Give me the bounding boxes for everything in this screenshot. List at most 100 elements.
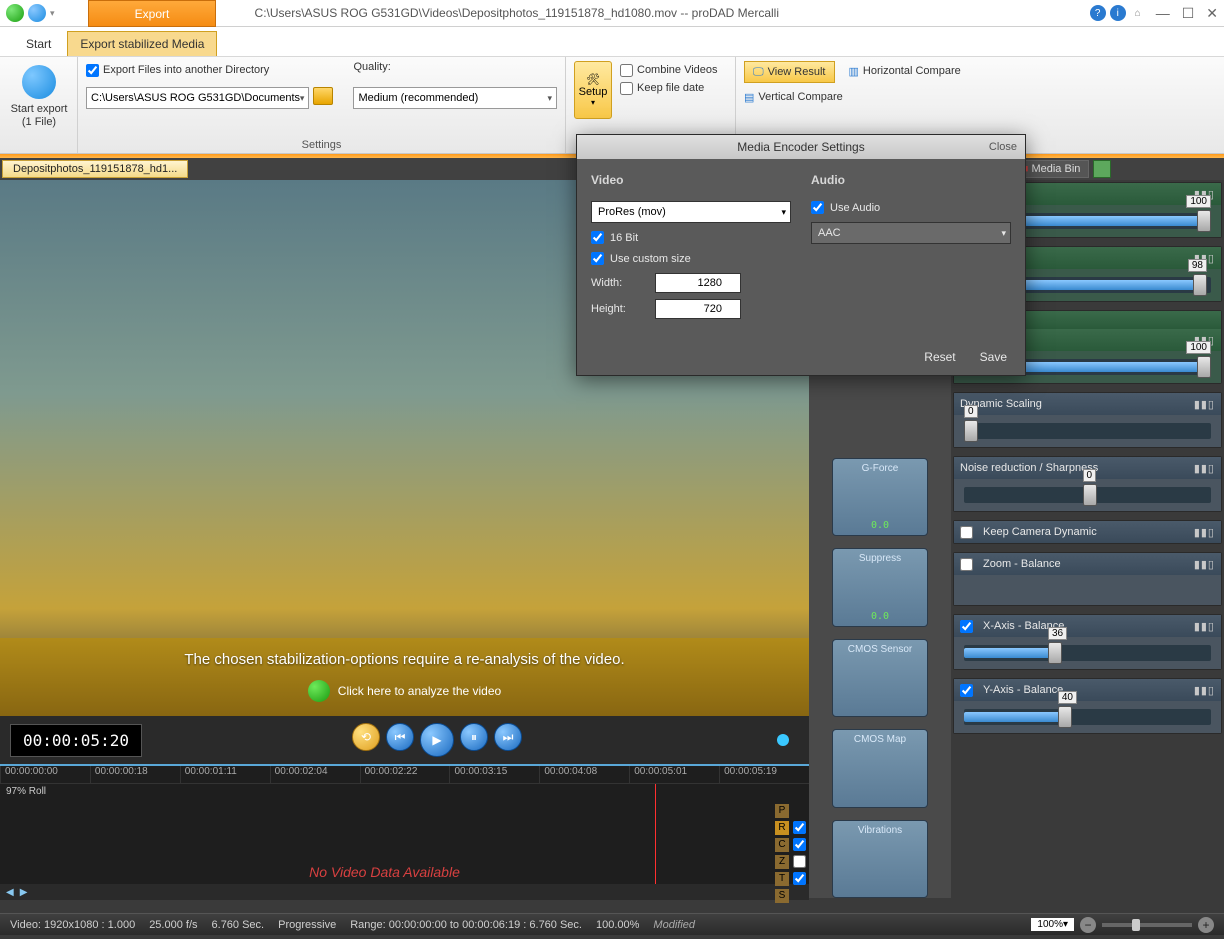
keep-date-checkbox[interactable]: Keep file date [620, 79, 718, 97]
track-z[interactable]: Z [775, 855, 789, 869]
tl-nav-prev-icon[interactable]: ◀ [6, 887, 14, 898]
next-button[interactable]: ⏭ [494, 723, 522, 751]
audio-codec-combo[interactable]: AAC [811, 222, 1011, 244]
help-icon[interactable]: ? [1090, 5, 1106, 21]
status-range: Range: 00:00:00:00 to 00:00:06:19 : 6.76… [350, 919, 582, 931]
export-dir-checkbox[interactable]: Export Files into another Directory [86, 61, 333, 79]
track-toggles: P R C Z T S [775, 802, 809, 904]
export-ribbon-button[interactable]: Export [88, 0, 216, 27]
overlay-message: The chosen stabilization-options require… [0, 651, 809, 668]
track-t-chk[interactable] [793, 872, 806, 885]
zoom-in-button[interactable]: + [1198, 917, 1214, 933]
vcompare-icon: ▤ [744, 91, 754, 104]
track-t[interactable]: T [775, 872, 789, 886]
settings-group-label: Settings [78, 139, 565, 151]
reset-button[interactable]: Reset [924, 350, 955, 364]
slider-dynscale[interactable]: 0 [964, 423, 1211, 439]
titlebar: ▾ Export C:\Users\ASUS ROG G531GD\Videos… [0, 0, 1224, 27]
timeline[interactable]: 00:00:00:0000:00:00:1800:00:01:1100:00:0… [0, 764, 809, 898]
audio-heading: Audio [811, 173, 1011, 187]
zoom-balance-header[interactable]: Zoom - Balance▮▮▯ [954, 553, 1221, 575]
thumb-cmos-sensor[interactable]: CMOS Sensor [832, 639, 928, 717]
hcompare-icon: ▥ [849, 65, 859, 78]
zoom-display[interactable]: 100% ▾ [1031, 918, 1074, 931]
video-heading: Video [591, 173, 791, 187]
loop-button[interactable]: ⟲ [352, 723, 380, 751]
custom-size-checkbox[interactable]: Use custom size [591, 252, 791, 265]
track-r-chk[interactable] [793, 821, 806, 834]
tab-start[interactable]: Start [14, 32, 63, 56]
width-input[interactable] [655, 273, 741, 293]
timeline-ruler: 00:00:00:0000:00:00:1800:00:01:1100:00:0… [0, 766, 809, 784]
qat-btn-2[interactable] [28, 4, 46, 22]
status-pct: 100.00% [596, 919, 639, 931]
thumb-cmos-map[interactable]: CMOS Map [832, 729, 928, 807]
use-audio-checkbox[interactable]: Use Audio [811, 201, 1011, 214]
panel-toggle[interactable] [1093, 160, 1111, 178]
setup-button[interactable]: 🛠 Setup ▾ [574, 61, 612, 119]
thumb-suppress[interactable]: Suppress0.0 [832, 548, 928, 626]
transport-bar: 00:00:05:20 ⟲ ⏮ ▶ ⏸ ⏭ [0, 716, 809, 764]
quality-label: Quality: [353, 61, 557, 79]
tl-nav-next-icon[interactable]: ▶ [20, 887, 28, 898]
no-data-label: No Video Data Available [0, 864, 769, 880]
statusbar: Video: 1920x1080 : 1.000 25.000 f/s 6.76… [0, 913, 1224, 935]
dialog-titlebar[interactable]: Media Encoder Settings Close [577, 135, 1025, 159]
video-codec-combo[interactable]: ProRes (mov) [591, 201, 791, 223]
record-indicator[interactable] [777, 734, 789, 746]
qat-btn-1[interactable] [6, 4, 24, 22]
slider-yaxis[interactable]: 40 [964, 709, 1211, 725]
file-tab[interactable]: Depositphotos_119151878_hd1... [2, 160, 188, 178]
minimize-button[interactable]: — [1156, 5, 1170, 21]
keep-camera-dynamic[interactable]: Keep Camera Dynamic▮▮▯ [954, 521, 1221, 543]
vertical-compare[interactable]: ▤Vertical Compare [744, 87, 961, 107]
maximize-button[interactable]: ☐ [1182, 5, 1195, 22]
height-label: Height: [591, 303, 647, 315]
view-result-button[interactable]: 🖵View Result [744, 61, 835, 83]
close-button[interactable]: ✕ [1206, 5, 1218, 22]
prev-button[interactable]: ⏮ [386, 723, 414, 751]
status-video: Video: 1920x1080 : 1.000 [10, 919, 135, 931]
info-icon[interactable]: i [1110, 5, 1126, 21]
track-c-chk[interactable] [793, 838, 806, 851]
horizontal-compare[interactable]: ▥Horizontal Compare [849, 61, 961, 81]
home-icon[interactable]: ⌂ [1130, 5, 1146, 21]
track-s[interactable]: S [775, 889, 789, 903]
height-input[interactable] [655, 299, 741, 319]
quality-combo[interactable]: Medium (recommended) [353, 87, 557, 109]
status-scan: Progressive [278, 919, 336, 931]
thumb-gforce[interactable]: G-Force0.0 [832, 458, 928, 536]
roll-label: 97% Roll [6, 786, 46, 797]
status-fps: 25.000 f/s [149, 919, 197, 931]
yaxis-header[interactable]: Y-Axis - Balance▮▮▯ [954, 679, 1221, 701]
timecode-display: 00:00:05:20 [10, 724, 142, 757]
slider-xaxis[interactable]: 36 [964, 645, 1211, 661]
width-label: Width: [591, 277, 647, 289]
slider-noise[interactable]: 0 [964, 487, 1211, 503]
ribbon-tabs: Start Export stabilized Media [0, 27, 1224, 57]
track-r[interactable]: R [775, 821, 789, 835]
status-modified: Modified [653, 919, 695, 931]
browse-folder-icon[interactable] [313, 87, 333, 105]
analyze-icon [308, 680, 330, 702]
combine-videos-checkbox[interactable]: Combine Videos [620, 61, 718, 79]
track-z-chk[interactable] [793, 855, 806, 868]
track-c[interactable]: C [775, 838, 789, 852]
thumb-vibrations[interactable]: Vibrations [832, 820, 928, 898]
track-p[interactable]: P [775, 804, 789, 818]
zoom-slider[interactable] [1102, 923, 1192, 927]
dialog-close[interactable]: Close [989, 141, 1017, 153]
status-dur: 6.760 Sec. [212, 919, 265, 931]
media-encoder-dialog: Media Encoder Settings Close Video ProRe… [576, 134, 1026, 376]
start-export-button[interactable]: Start export(1 File) [8, 61, 70, 129]
play-button[interactable]: ▶ [420, 723, 454, 757]
tab-export-stabilized[interactable]: Export stabilized Media [67, 31, 217, 56]
pause-button[interactable]: ⏸ [460, 723, 488, 751]
xaxis-header[interactable]: X-Axis - Balance▮▮▯ [954, 615, 1221, 637]
zoom-out-button[interactable]: − [1080, 917, 1096, 933]
analyze-link[interactable]: Click here to analyze the video [0, 680, 809, 702]
bit16-checkbox[interactable]: 16 Bit [591, 231, 791, 244]
wrench-icon: 🛠 [586, 73, 600, 86]
save-button[interactable]: Save [980, 350, 1007, 364]
export-dir-combo[interactable]: C:\Users\ASUS ROG G531GD\Documents [86, 87, 309, 109]
